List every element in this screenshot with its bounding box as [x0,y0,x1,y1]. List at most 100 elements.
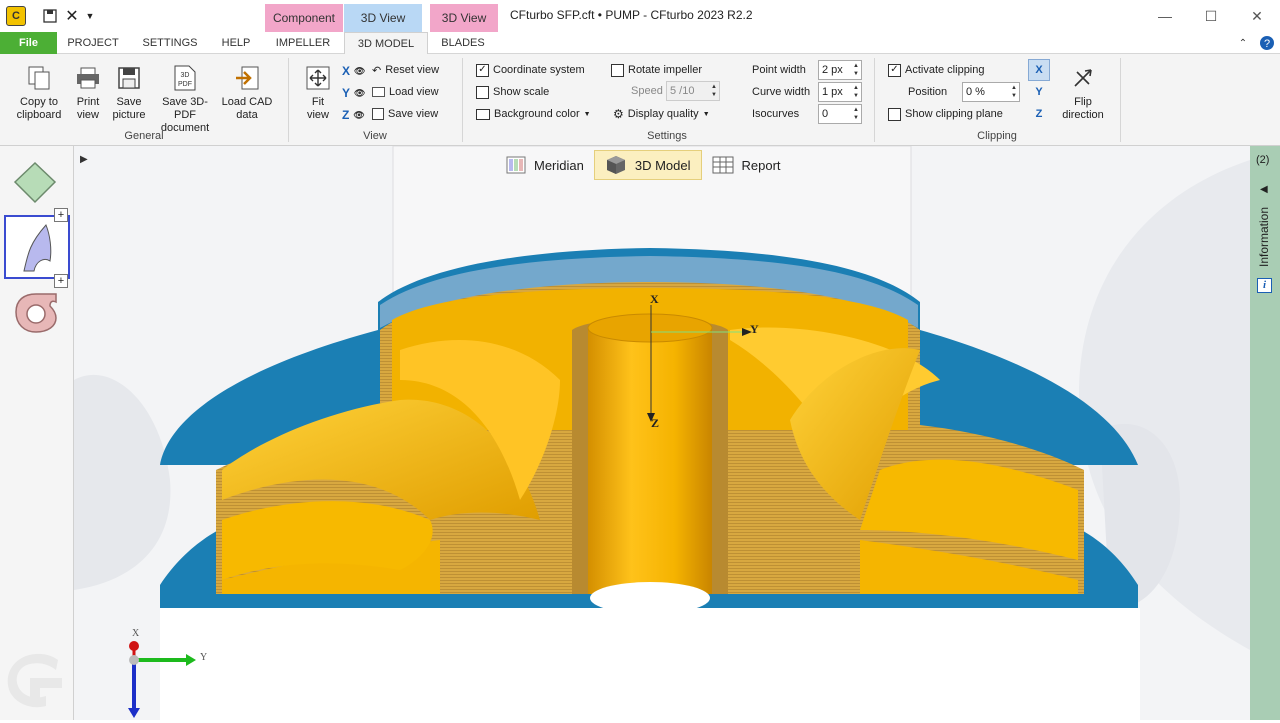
speed-spinner[interactable]: 5 /10 ▲ ▼ [666,81,720,101]
window-title: CFturbo SFP.cft • PUMP - CFturbo 2023 R2… [510,8,753,22]
context-tab-component[interactable]: Component [265,4,343,32]
svg-text:3D: 3D [181,72,190,79]
checkbox-checked-icon: ✓ [476,63,489,77]
component-inlet-icon[interactable] [12,160,58,207]
ribbon-separator [1120,58,1121,142]
spinner-arrows-icon: ▲ ▼ [853,107,859,121]
context-tab-3d-view-1[interactable]: 3D View [344,4,422,32]
origin-axis-label-y: Y [750,322,759,336]
tab-help[interactable]: HELP [214,32,258,54]
minimize-icon[interactable]: — [1142,4,1188,28]
clip-x-icon[interactable]: X [1028,59,1050,81]
info-icon[interactable]: i [1257,278,1272,293]
checkbox-unchecked-icon [611,63,624,77]
rotate-impeller-label: Rotate impeller [628,64,702,76]
tab-project[interactable]: PROJECT [62,32,124,54]
clip-y-icon[interactable]: Y [1028,83,1050,101]
clipping-position-value: 0 % [966,86,985,98]
tab-file[interactable]: File [0,32,57,54]
fit-view-icon [304,64,332,92]
coordinate-system-checkbox[interactable]: ✓ Coordinate system [476,61,585,79]
maximize-icon[interactable]: ☐ [1188,4,1234,28]
copy-to-clipboard-button[interactable]: Copy to clipboard [10,64,68,122]
quality-icon: ⚙ [613,107,624,121]
expand-panel-arrow-icon[interactable]: ▶ [80,154,88,165]
background-color-dropdown[interactable]: Background color ▼ [476,105,591,123]
help-icon[interactable]: ? [1258,32,1276,54]
fit-view-label: Fit view [306,96,329,121]
activate-clipping-label: Activate clipping [905,64,985,76]
3d-viewport[interactable]: X Y Z ▶ X Y [74,146,1250,720]
load-cad-data-button[interactable]: Load CAD data [220,64,274,122]
group-label-general: General [124,130,164,142]
triad-label-x: X [132,628,140,639]
component-volute-icon[interactable] [12,288,60,339]
view-y-icon[interactable]: Y 👁 [342,84,365,102]
spinner-arrows-icon: ▲ ▼ [853,63,859,77]
quick-access-dropdown-icon[interactable]: ▼ [84,6,96,26]
fit-view-button[interactable]: Fit view [300,64,336,122]
print-view-label: Print view [76,96,100,121]
clipping-position-spinner[interactable]: 0 % ▲ ▼ [962,82,1020,102]
save-3d-pdf-label: Save 3D-PDF document [160,96,210,134]
view-z-icon[interactable]: Z 👁 [342,106,365,124]
printer-icon [74,64,102,92]
folder-icon [372,87,385,97]
curve-width-value: 1 px [822,86,843,98]
coordinate-system-label: Coordinate system [493,64,585,76]
tab-impeller[interactable]: IMPELLER [266,32,340,54]
tab-3d-model-view[interactable]: 3D Model [593,150,702,180]
show-clipping-plane-label: Show clipping plane [905,108,1003,120]
show-scale-checkbox[interactable]: Show scale [476,83,549,101]
expand-plus-icon[interactable]: + [54,274,68,288]
svg-text:PDF: PDF [178,81,192,88]
position-label: Position [908,86,948,98]
show-clipping-plane-checkbox[interactable]: Show clipping plane [888,105,1003,123]
triad-label-y: Y [200,652,208,663]
tab-3d-model[interactable]: 3D MODEL [344,32,428,55]
rotate-impeller-checkbox[interactable]: Rotate impeller [611,61,702,79]
save-view-label: Save view [388,108,439,120]
save-icon[interactable] [40,6,60,26]
clip-z-icon[interactable]: Z [1028,105,1050,123]
display-quality-dropdown[interactable]: ⚙ Display quality ▼ [613,105,710,123]
component-impeller-selected[interactable] [4,215,70,279]
impeller-3d-render [74,146,1250,720]
flip-direction-button[interactable]: Flip direction [1058,64,1108,122]
ribbon: Copy to clipboard Print view Save pictur… [0,54,1280,146]
checkbox-unchecked-icon [888,107,901,121]
pdf-3d-icon: 3D PDF [171,64,199,92]
activate-clipping-checkbox[interactable]: ✓ Activate clipping [888,61,985,79]
save-3d-pdf-button[interactable]: 3D PDF Save 3D-PDF document [152,64,218,135]
print-view-button[interactable]: Print view [70,64,106,122]
view-x-icon[interactable]: X 👁 [342,62,365,80]
save-picture-button[interactable]: Save picture [108,64,150,122]
tab-blades[interactable]: BLADES [430,32,496,54]
collapse-ribbon-icon[interactable]: ⌃ [1236,32,1250,54]
title-bar: C ✕ ▼ Component 3D View 3D View CFturbo … [0,0,1280,32]
report-label: Report [741,157,781,173]
reset-view-icon: ↶ [372,64,382,77]
save-view-button[interactable]: Save view [372,105,438,123]
close-window-icon[interactable]: ✕ [1234,4,1280,28]
load-view-button[interactable]: Load view [372,83,439,101]
chevron-down-icon: ▼ [583,110,591,118]
point-width-label: Point width [752,64,806,76]
information-panel[interactable]: (2) ◀ Information i [1250,146,1280,720]
tab-settings[interactable]: SETTINGS [136,32,204,54]
expand-plus-icon[interactable]: + [54,208,68,222]
context-tab-3d-view-2[interactable]: 3D View [430,4,498,32]
app-logo-icon[interactable]: C [6,6,26,26]
curve-width-spinner[interactable]: 1 px ▲ ▼ [818,82,862,102]
isocurves-spinner[interactable]: 0 ▲ ▼ [818,104,862,124]
import-icon [233,64,261,92]
close-file-icon[interactable]: ✕ [64,6,80,26]
tab-report[interactable]: Report [702,150,791,180]
load-view-label: Load view [389,86,439,98]
point-width-spinner[interactable]: 2 px ▲ ▼ [818,60,862,80]
tab-meridian[interactable]: Meridian [496,150,594,180]
collapse-arrow-icon[interactable]: ◀ [1260,184,1268,195]
reset-view-button[interactable]: ↶ Reset view [372,61,439,79]
copy-icon [25,64,53,92]
spinner-arrows-icon: ▲ ▼ [711,84,717,98]
